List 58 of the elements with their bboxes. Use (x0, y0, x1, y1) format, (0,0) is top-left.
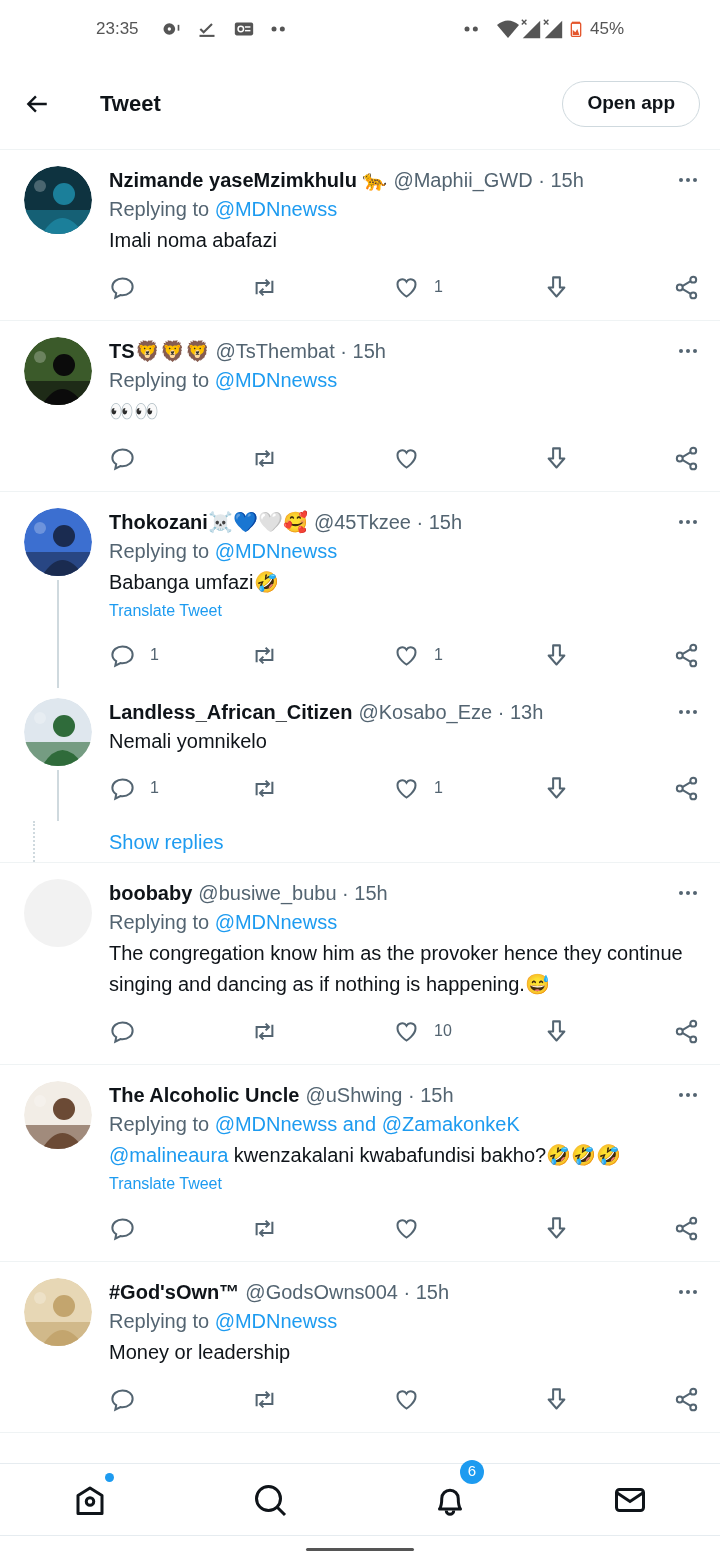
count: 1 (434, 645, 443, 665)
share-icon[interactable] (673, 1385, 700, 1413)
count: 1 (434, 778, 443, 798)
user-name: TS🦁🦁🦁 (109, 339, 210, 364)
user-name: Landless_African_Citizen (109, 700, 353, 725)
tweet-text: Imali noma abafazi (109, 228, 278, 253)
share-icon[interactable] (673, 774, 700, 802)
share-icon[interactable] (673, 444, 700, 472)
page-title: Tweet (100, 90, 162, 118)
mention-link[interactable]: @MDNnewss (214, 1310, 338, 1332)
user-name: boobaby (109, 881, 193, 906)
show-replies-link[interactable]: Show replies (109, 826, 224, 857)
mention-link[interactable]: @MDNnewss (214, 369, 338, 391)
share-icon[interactable] (673, 1214, 700, 1242)
replying-label: Replying to (109, 540, 210, 562)
count: 1 (434, 277, 443, 297)
user-name: Thokozani☠💙🤍🥰 (109, 509, 308, 535)
user-name: The Alcoholic Uncle (109, 1083, 300, 1108)
tweet-text: kwenzakalani kwabafundisi bakho?🤣🤣🤣 (233, 1144, 622, 1166)
count: 1 (150, 645, 159, 665)
clock: 23:35 (96, 18, 139, 41)
mention-link[interactable]: @MDNnewss and @ZamakonkeK (214, 1113, 520, 1135)
user-handle: @Maphii_GWD · 15h (393, 168, 585, 194)
user-handle: @uShwing · 15h (305, 1083, 455, 1108)
tweet-text: Babanga umfazi🤣 (109, 570, 280, 595)
share-icon[interactable] (673, 1017, 700, 1045)
signal-icon (541, 18, 564, 40)
count: 1 (150, 778, 159, 798)
user-handle: @busiwe_bubu · 15h (198, 881, 389, 907)
tweet-text: The congregation know him as the provoker hence they continue singing and dancing as if nothing is happening.😅 (109, 941, 684, 997)
user-handle: @TsThembat · 15h (215, 339, 387, 364)
user-handle: @Kosabo_Eze · 13h (358, 700, 545, 726)
replying-label: Replying to (109, 369, 210, 391)
replying-label: Replying to (109, 1310, 210, 1332)
open-app-button[interactable]: Open app (562, 80, 700, 127)
count: 10 (434, 1021, 452, 1041)
user-name: Nzimande yaseMzimkhulu 🐆 (109, 168, 388, 193)
replying-label: Replying to (109, 911, 210, 933)
tweet-text: Nemali yomnikelo (109, 729, 268, 754)
mention-link[interactable]: @MDNnewss (214, 198, 338, 220)
mention-link[interactable]: @MDNnewss (214, 911, 338, 933)
replying-label: Replying to (109, 1113, 210, 1135)
mention-link[interactable]: @MDNnewss (214, 540, 338, 562)
translate-link[interactable]: Translate Tweet (109, 1171, 222, 1197)
user-name: #God'sOwn™ (109, 1280, 240, 1305)
user-handle: @GodsOwns004 · 15h (245, 1280, 451, 1305)
translate-link[interactable]: Translate Tweet (109, 598, 222, 624)
user-handle: @45Tkzee · 15h (313, 510, 464, 535)
tweet-text: 👀👀 (109, 399, 160, 424)
share-icon[interactable] (673, 641, 700, 669)
replying-label: Replying to (109, 198, 210, 220)
battery-percentage: 45% (589, 18, 624, 41)
tweet-text: Money or leadership (109, 1340, 292, 1365)
mention-link[interactable]: @malineaura (109, 1144, 229, 1166)
share-icon[interactable] (673, 273, 700, 301)
thread-dots (32, 821, 35, 862)
signal-icon (519, 18, 542, 40)
notification-badge: 6 (460, 1459, 484, 1484)
